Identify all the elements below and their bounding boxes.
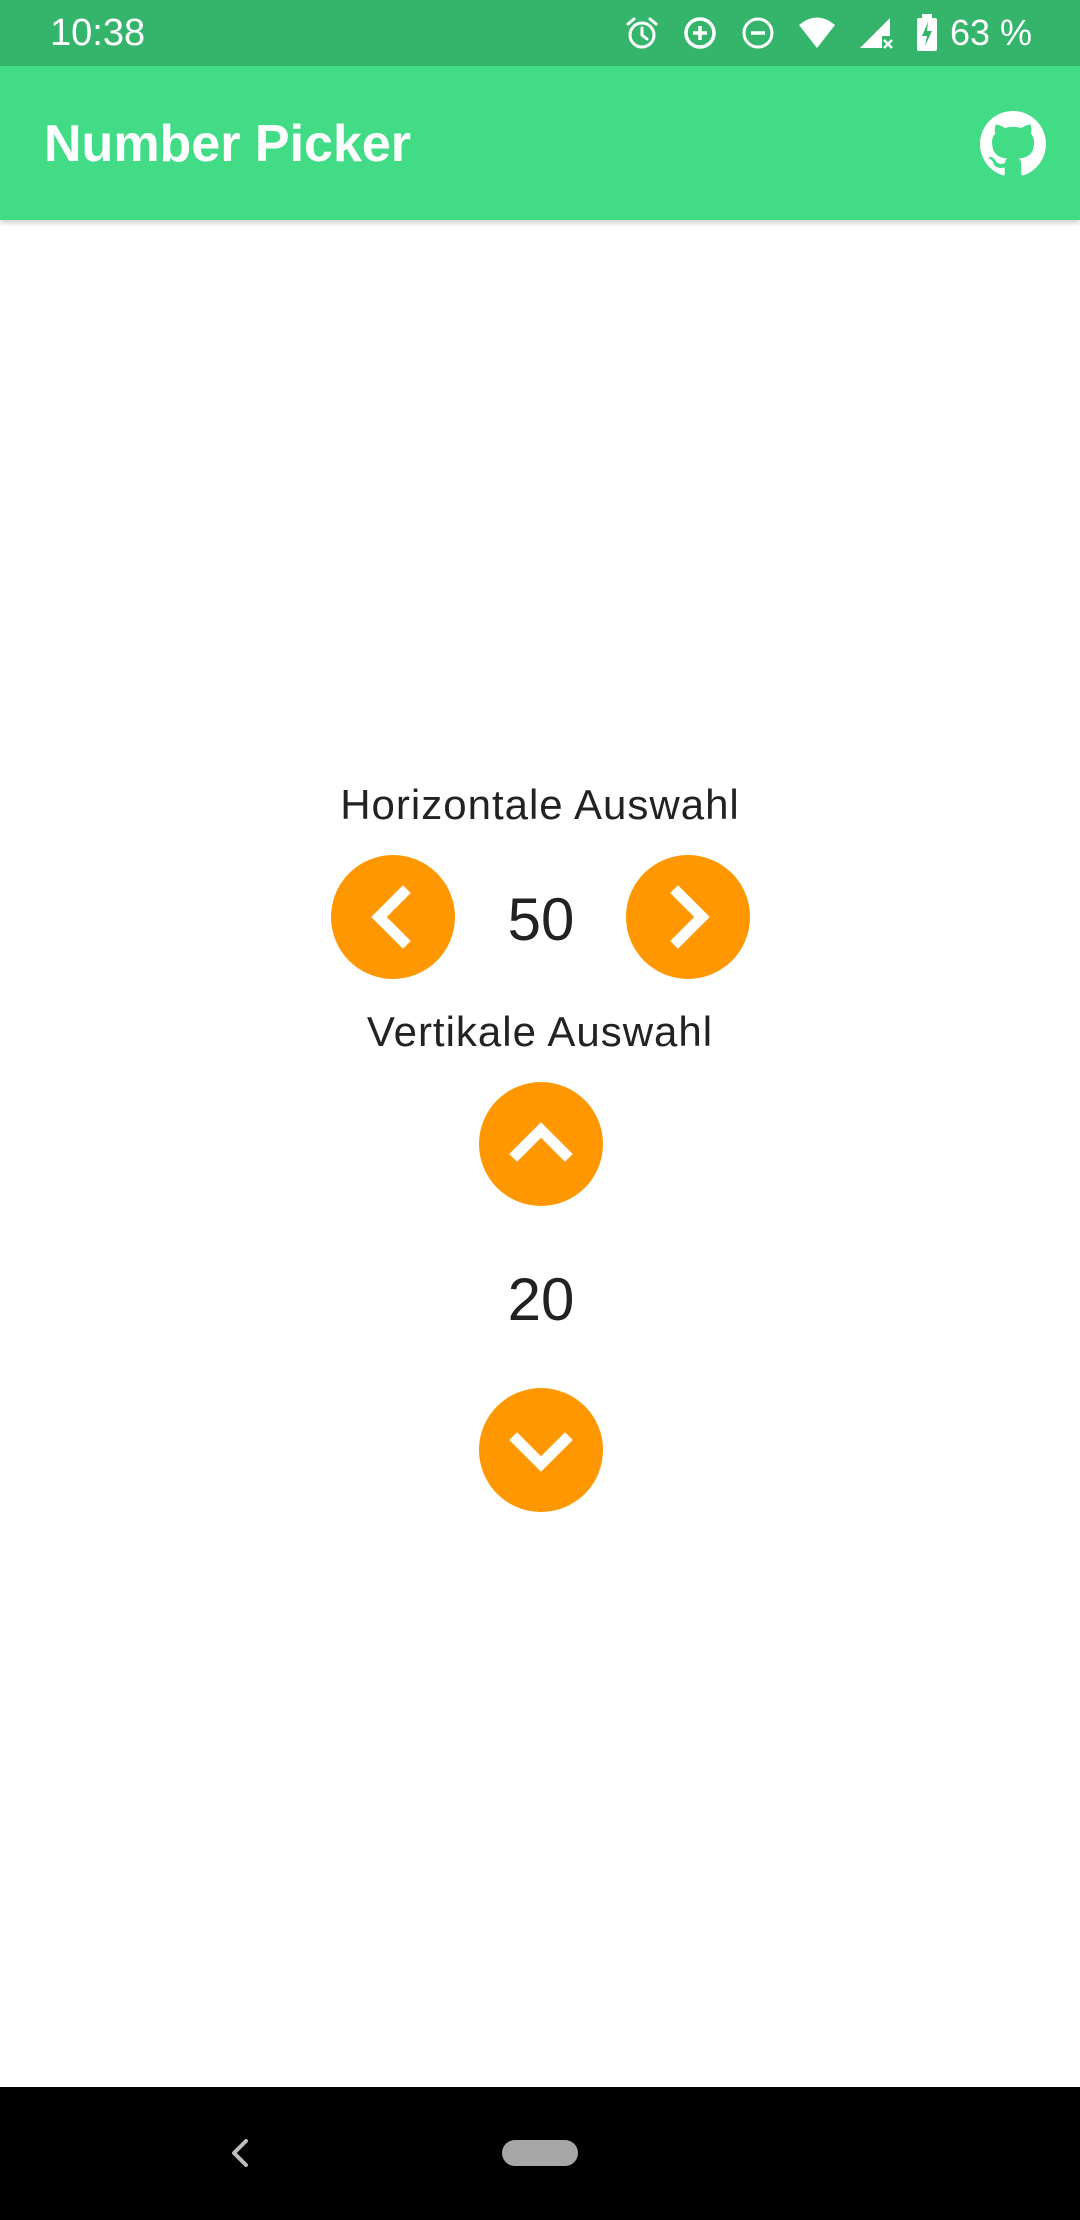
signal-icon — [858, 16, 894, 50]
chevron-left-icon — [371, 885, 411, 949]
github-button[interactable] — [980, 111, 1046, 177]
app-title: Number Picker — [44, 115, 412, 173]
horizontal-picker-label: Horizontale Auswahl — [340, 781, 740, 828]
battery-percent: 63 % — [949, 12, 1032, 53]
vertical-decrement-button[interactable] — [479, 1388, 603, 1512]
back-button[interactable] — [222, 2131, 258, 2175]
wifi-icon — [798, 16, 836, 50]
chevron-right-icon — [670, 885, 710, 949]
navigation-bar — [0, 2087, 1080, 2220]
horizontal-picker-value: 50 — [507, 886, 575, 953]
vertical-increment-button[interactable] — [479, 1082, 603, 1206]
status-icons: 63 % — [624, 10, 1032, 56]
vertical-picker-value: 20 — [507, 1266, 575, 1333]
chevron-down-icon — [509, 1432, 573, 1472]
horizontal-increment-button[interactable] — [626, 855, 750, 979]
app-bar: Number Picker — [0, 66, 1080, 220]
screen: 10:38 63 % Number Picker Horizontale Aus… — [0, 0, 1080, 2220]
vertical-picker-label: Vertikale Auswahl — [366, 1008, 714, 1055]
back-icon — [232, 2139, 248, 2167]
status-bar: 10:38 63 % — [0, 0, 1080, 66]
github-icon — [980, 111, 1046, 176]
home-pill-icon[interactable] — [502, 2140, 578, 2166]
data-saver-icon — [682, 15, 718, 51]
horizontal-decrement-button[interactable] — [331, 855, 455, 979]
battery-charging-icon — [916, 14, 938, 52]
alarm-icon — [624, 15, 660, 51]
chevron-up-icon — [509, 1122, 573, 1162]
status-time: 10:38 — [50, 12, 146, 54]
do-not-disturb-icon — [740, 15, 776, 51]
